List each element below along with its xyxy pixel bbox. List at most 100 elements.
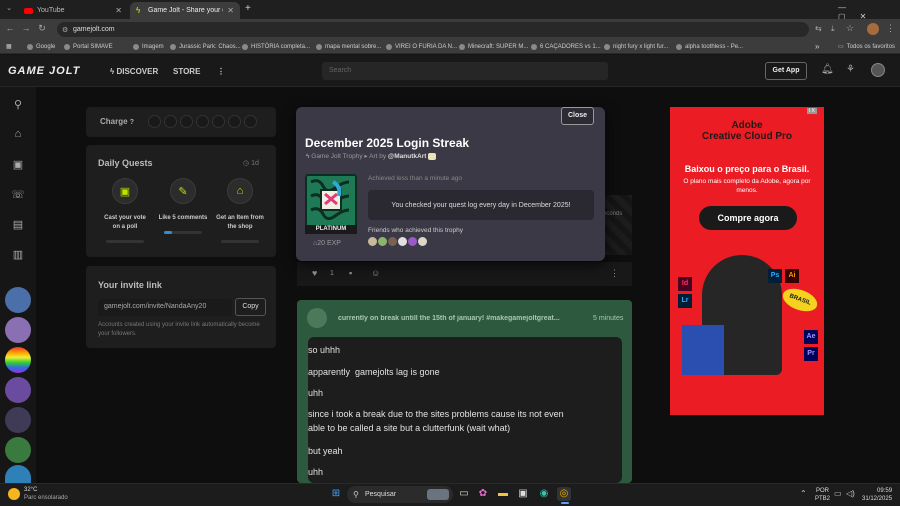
taskbar-search[interactable]: ⚲ Pesquisar — [347, 486, 453, 503]
star-icon[interactable]: ☆ — [846, 23, 854, 34]
community-avatar[interactable] — [5, 317, 31, 343]
ad-app-badge: Ai — [785, 269, 799, 283]
chrome-icon[interactable]: ◎ — [557, 487, 571, 501]
community-avatar[interactable] — [5, 347, 31, 373]
bookmark-google[interactable]: Google — [27, 40, 55, 53]
invite-link-field[interactable]: gamejolt.com/invite/NandaAny20 — [98, 299, 232, 316]
ad-headline: Baixou o preço para o Brasil. — [684, 164, 810, 174]
site-info-icon[interactable]: ⚙ — [62, 26, 68, 34]
trophy-exp: ⌂20 EXP — [313, 240, 341, 247]
tab-gamejolt[interactable]: ϟ Game Jolt - Share your creations ✕ — [130, 2, 240, 19]
post-author-avatar[interactable] — [307, 308, 327, 328]
comment-icon[interactable]: ▪ — [349, 268, 352, 278]
close-icon[interactable]: ✕ — [227, 6, 234, 15]
quest-item[interactable]: ✎ Like 5 comments — [158, 178, 208, 234]
back-icon[interactable]: ← — [4, 23, 16, 33]
start-icon[interactable]: ⊞ — [329, 487, 343, 501]
bookmarks-more[interactable]: » — [815, 40, 819, 53]
bookmark-virei[interactable]: VIREI O FURIA DA N... — [386, 40, 457, 53]
bookmark-simave[interactable]: Portal SIMAVE — [64, 40, 113, 53]
nav-discover[interactable]: ϟ DISCOVER — [110, 67, 158, 76]
volume-icon[interactable]: ◁) — [846, 489, 855, 498]
task-view-icon[interactable]: ▭ — [457, 487, 471, 501]
user-avatar[interactable] — [871, 63, 885, 77]
library-icon[interactable]: ▤ — [10, 218, 26, 234]
backpack-icon[interactable]: ▣ — [10, 158, 26, 174]
post-more-icon[interactable]: ⋮ — [610, 268, 619, 279]
apps-icon[interactable]: ▦ — [6, 40, 12, 53]
bookmarks-folder[interactable]: ▭ Todos os favoritos — [838, 40, 895, 53]
bookmark-historia[interactable]: HISTÓRIA completa... — [242, 40, 310, 53]
minimize-icon[interactable]: — — [838, 3, 860, 12]
community-avatar[interactable] — [5, 377, 31, 403]
friend-avatar[interactable] — [398, 237, 407, 246]
bookmark-mapa[interactable]: mapa mental sobre... — [316, 40, 381, 53]
ad-product: Creative Cloud Pro — [701, 131, 793, 142]
artist-link[interactable]: @ManutkArt — [388, 153, 426, 160]
ad-app-badge: Id — [678, 277, 692, 291]
bookmark-imagem[interactable]: Imagem — [133, 40, 164, 53]
forward-icon[interactable]: → — [20, 23, 32, 33]
post-line: so uhhh — [308, 345, 341, 355]
copilot-icon[interactable]: ✿ — [476, 487, 490, 501]
post-header-text[interactable]: currently on break untill the 15th of ja… — [338, 315, 584, 322]
invite-title: Your invite link — [98, 280, 162, 290]
bookmark-jurassic[interactable]: Jurassic Park: Chaos... — [170, 40, 241, 53]
menu-icon[interactable]: ⋮ — [886, 23, 895, 34]
activity-icon[interactable]: ⚘ — [846, 64, 855, 75]
close-button[interactable]: Close — [561, 107, 594, 125]
friend-avatar[interactable] — [368, 237, 377, 246]
tab-youtube[interactable]: YouTube ✕ — [18, 2, 128, 19]
ad-cta-button[interactable]: Compre agora — [699, 206, 797, 230]
stats-icon[interactable]: ▥ — [10, 248, 26, 264]
file-explorer-icon[interactable]: ▬ — [496, 487, 510, 501]
friend-avatar[interactable] — [388, 237, 397, 246]
home-icon[interactable]: ⚲ — [10, 98, 26, 114]
weather-widget[interactable]: 32°C Parc ensolarado — [8, 486, 68, 502]
reload-icon[interactable]: ↻ — [36, 23, 48, 34]
profile-avatar[interactable] — [867, 23, 879, 35]
post-line: apparently gamejolts lag is gone — [308, 367, 440, 377]
bell-icon[interactable]: 🔔︎ — [821, 64, 834, 75]
close-icon[interactable]: ✕ — [115, 6, 122, 15]
like-icon[interactable]: ♥ — [312, 268, 317, 278]
ad-badge[interactable]: i X — [807, 108, 817, 114]
trophy-art-icon — [310, 179, 350, 221]
download-icon[interactable]: ⤓ — [831, 24, 835, 34]
art-by-label: Art by — [369, 153, 387, 160]
friend-avatar[interactable] — [378, 237, 387, 246]
bookmark-minecraft[interactable]: Minecraft: SUPER M... — [459, 40, 528, 53]
community-avatar[interactable] — [5, 437, 31, 463]
quest-item[interactable]: ⌂ Get an Item from the shop — [215, 178, 265, 243]
quest-item[interactable]: ▣ Cast your vote on a poll — [100, 178, 150, 243]
copy-button[interactable]: Copy — [235, 298, 266, 316]
shop-icon[interactable]: ⌂ — [10, 128, 26, 144]
nav-store[interactable]: STORE — [173, 67, 200, 76]
gamejolt-logo[interactable]: GAME JOLT — [8, 65, 80, 77]
clock[interactable]: 09:59 31/12/2025 — [862, 487, 892, 503]
language-indicator[interactable]: POR PTB2 — [815, 487, 830, 503]
search-icon: ⚲ — [353, 490, 359, 499]
more-nav-icon[interactable]: ⋮ — [217, 67, 225, 76]
bookmark-alpha[interactable]: alpha toothless - Pe... — [676, 40, 743, 53]
sticker-icon[interactable]: ☺ — [371, 268, 380, 278]
post-line: but yeah — [308, 446, 343, 456]
network-icon[interactable]: ▭ — [834, 489, 842, 498]
bookmark-nightfury[interactable]: night fury x light fur... — [604, 40, 668, 53]
url-bar[interactable]: ⚙ gamejolt.com — [57, 22, 809, 37]
friend-avatar[interactable] — [408, 237, 417, 246]
tray-chevron-icon[interactable]: ⌃ — [800, 489, 807, 498]
translate-icon[interactable]: ⇆ — [815, 24, 822, 33]
weather-temp: 32°C — [24, 487, 38, 493]
new-tab-button[interactable]: + — [245, 3, 251, 14]
friend-avatar[interactable] — [418, 237, 427, 246]
tab-search-button[interactable]: ⌄ — [4, 4, 14, 14]
edge-icon[interactable]: ◉ — [537, 487, 551, 501]
community-avatar[interactable] — [5, 287, 31, 313]
get-app-button[interactable]: Get App — [765, 62, 807, 80]
site-search-input[interactable]: Search — [322, 62, 608, 80]
bookmark-cacadores[interactable]: 6 CAÇADORES vs 1... — [531, 40, 601, 53]
store-icon[interactable]: ▣ — [516, 487, 530, 501]
community-avatar[interactable] — [5, 407, 31, 433]
chat-icon[interactable]: ☏ — [10, 188, 26, 204]
